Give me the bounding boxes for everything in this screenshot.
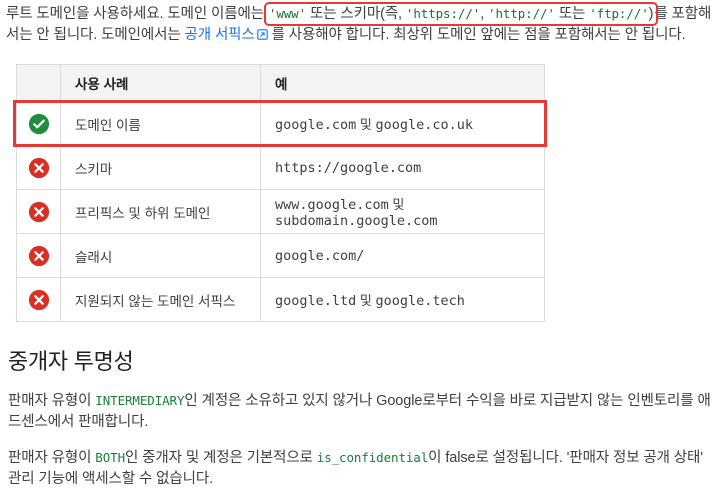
example-value-secondary: google.tech <box>375 293 465 309</box>
paragraph1-part1: 판매자 유형이 <box>8 393 96 409</box>
status-cell <box>16 101 61 146</box>
table-row: 지원되지 않는 도메인 서픽스 google.ltd 및 google.tech <box>16 277 545 322</box>
example-conjunction: 및 <box>388 197 405 212</box>
www-code: 'www' <box>268 6 307 21</box>
intro-paragraph: 루트 도메인을 사용하세요. 도메인 이름에는 'www' 또는 스키마(즉, … <box>6 0 717 46</box>
use-case-cell: 프리픽스 및 하위 도메인 <box>60 189 261 234</box>
example-cell: google.com/ <box>260 233 545 278</box>
use-case-cell: 도메인 이름 <box>60 101 261 146</box>
status-cell <box>16 233 61 278</box>
table-row: 프리픽스 및 하위 도메인 www.google.com 및 subdomain… <box>16 189 545 234</box>
example-value-primary: google.com/ <box>275 247 365 264</box>
section-paragraph-2-wrapper: 판매자 유형이 BOTH인 중개자 및 계정은 기본적으로 is_confide… <box>6 447 717 490</box>
cross-circle-icon <box>28 245 50 267</box>
example-value-secondary: subdomain.google.com <box>275 213 438 229</box>
check-circle-icon <box>28 113 50 135</box>
use-case-cell: 슬래시 <box>60 233 261 278</box>
section-paragraph-1: 판매자 유형이 INTERMEDIARY인 계정은 소유하고 있지 않거나 Go… <box>8 390 717 433</box>
intro-close-paren: ) <box>648 6 654 22</box>
public-suffix-link-label: 공개 서픽스 <box>184 27 255 43</box>
table-row: 도메인 이름 google.com 및 google.co.uk <box>16 101 545 146</box>
both-code: BOTH <box>95 450 125 465</box>
status-cell <box>16 277 61 322</box>
highlighted-annotation-box: 'www' 또는 스키마(즉, 'https://', 'http://' 또는… <box>263 2 659 26</box>
table-row: 슬래시 google.com/ <box>16 233 545 278</box>
cross-circle-icon <box>28 289 50 311</box>
https-code: 'https://' <box>405 6 481 21</box>
page-container: 루트 도메인을 사용하세요. 도메인 이름에는 'www' 또는 스키마(즉, … <box>0 0 723 502</box>
example-value-secondary: google.co.uk <box>375 117 474 133</box>
table-header-row: 사용 사례 예 <box>16 64 545 102</box>
is-confidential-code: is_confidential <box>316 450 429 465</box>
table-row: 스키마 https://google.com <box>16 145 545 190</box>
example-cell: google.com 및 google.co.uk <box>260 101 545 146</box>
table-header-example: 예 <box>260 64 545 102</box>
http-code: 'http://' <box>488 6 555 21</box>
use-case-cell: 지원되지 않는 도메인 서픽스 <box>60 277 261 322</box>
intro-text-part3: 를 사용해야 합니다. 최상위 도메인 앞에는 점을 포함해서는 안 됩니다. <box>267 27 686 43</box>
table-header-use-case: 사용 사례 <box>60 64 261 102</box>
paragraph2-part2: 인 중개자 및 계정은 기본적으로 <box>125 450 317 466</box>
page-title: 중개자 투명성 <box>8 349 134 374</box>
use-case-cell: 스키마 <box>60 145 261 190</box>
ftp-code: 'ftp://' <box>589 6 649 21</box>
section-heading-wrapper: 중개자 투명성 <box>6 348 717 376</box>
example-value-primary: google.ltd <box>275 293 357 309</box>
example-value-primary: google.com <box>275 117 357 133</box>
example-cell: www.google.com 및 subdomain.google.com <box>260 189 545 234</box>
status-cell <box>16 145 61 190</box>
example-conjunction: 및 <box>356 293 376 308</box>
status-cell <box>16 189 61 234</box>
cross-circle-icon <box>28 157 50 179</box>
section-paragraph-2: 판매자 유형이 BOTH인 중개자 및 계정은 기본적으로 is_confide… <box>8 447 717 490</box>
intro-mid2: 또는 <box>554 6 590 22</box>
external-link-icon <box>256 26 268 40</box>
table-header-icon <box>16 64 61 102</box>
intro-text-part1: 루트 도메인을 사용하세요. 도메인 이름에는 <box>6 6 268 22</box>
table-body: 도메인 이름 google.com 및 google.co.uk 스키마 htt… <box>16 101 545 322</box>
example-value-primary: https://google.com <box>275 159 422 176</box>
paragraph2-part1: 판매자 유형이 <box>8 450 96 466</box>
intermediary-code: INTERMEDIARY <box>95 393 185 408</box>
table-head: 사용 사례 예 <box>16 64 545 102</box>
example-conjunction: 및 <box>356 117 376 132</box>
example-cell: google.ltd 및 google.tech <box>260 277 545 322</box>
example-cell: https://google.com <box>260 145 545 190</box>
example-value-primary: www.google.com <box>275 197 389 213</box>
usage-table-wrapper: 사용 사례 예 도메인 이름 google.com 및 google.co.uk… <box>13 64 547 322</box>
public-suffix-link[interactable]: 공개 서픽스 <box>185 27 255 43</box>
intro-mid1: 또는 스키마(즉, <box>306 6 406 22</box>
section-paragraph-1-wrapper: 판매자 유형이 INTERMEDIARY인 계정은 소유하고 있지 않거나 Go… <box>6 390 717 433</box>
usage-table: 사용 사례 예 도메인 이름 google.com 및 google.co.uk… <box>16 64 545 322</box>
cross-circle-icon <box>28 201 50 223</box>
intro-comma1: , <box>480 6 489 22</box>
